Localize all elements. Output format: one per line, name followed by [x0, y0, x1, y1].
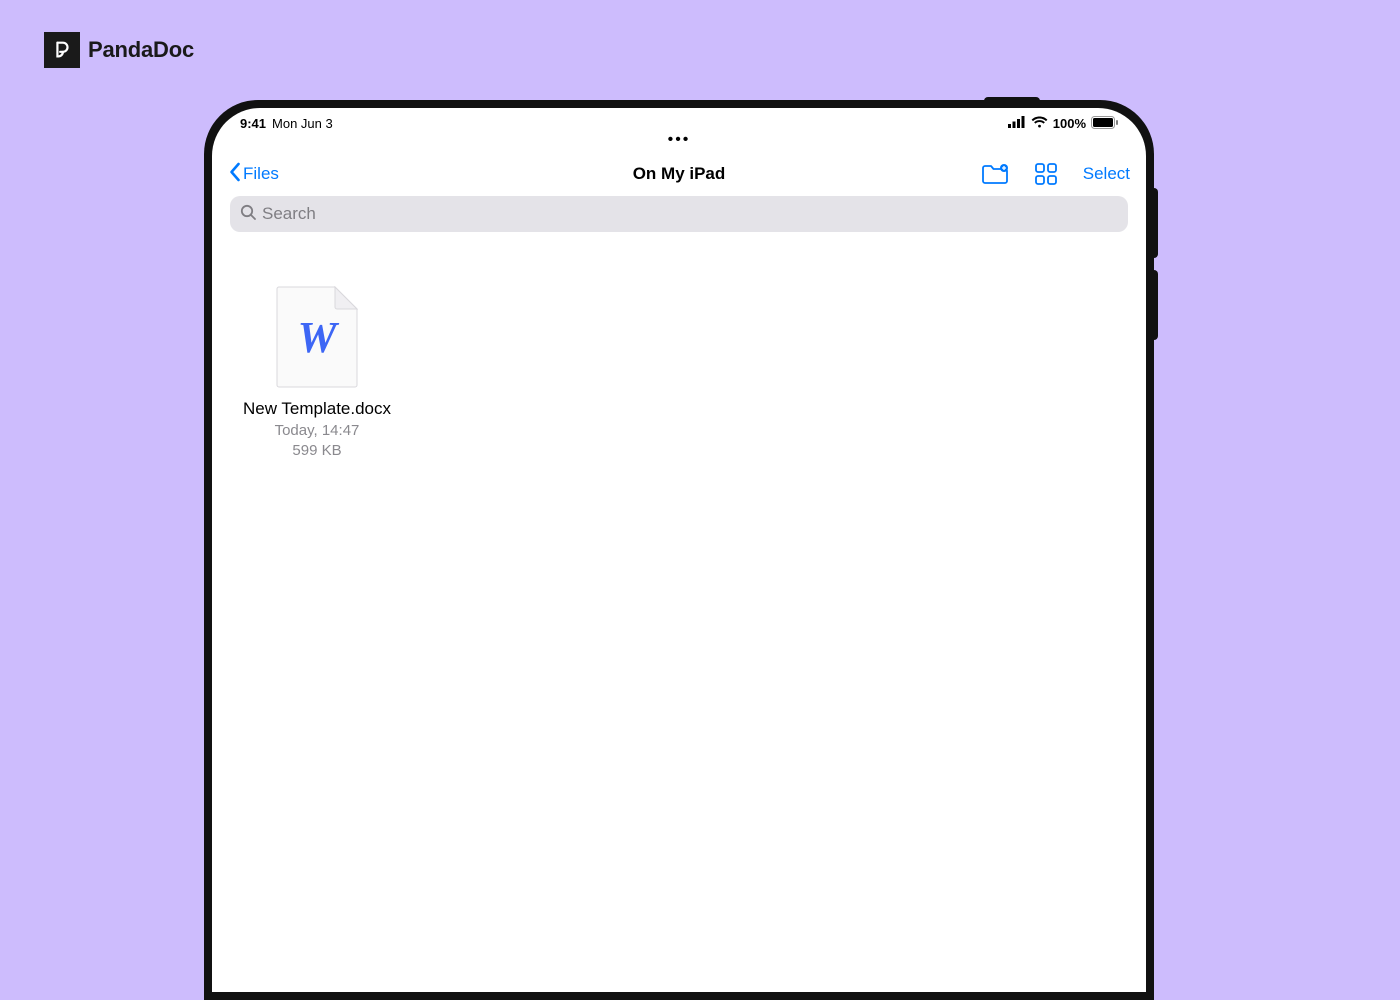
search-icon [240, 204, 256, 225]
view-grid-icon[interactable] [1035, 163, 1057, 185]
status-time: 9:41 [240, 116, 266, 131]
file-size: 599 KB [292, 441, 341, 461]
file-name: New Template.docx [243, 398, 391, 419]
new-folder-icon[interactable] [981, 163, 1009, 185]
svg-text:W: W [297, 313, 339, 362]
pandadoc-mark-icon [44, 32, 80, 68]
device-volume-down [1150, 270, 1158, 340]
battery-percent: 100% [1053, 116, 1086, 131]
battery-icon [1091, 116, 1118, 132]
file-item[interactable]: W New Template.docx Today, 14:47 599 KB [242, 286, 392, 460]
wifi-icon [1031, 116, 1048, 131]
file-grid: W New Template.docx Today, 14:47 599 KB [212, 238, 1146, 508]
search-bar[interactable] [230, 196, 1128, 232]
search-input[interactable] [262, 204, 1118, 224]
word-document-icon: W [276, 286, 358, 388]
file-modified: Today, 14:47 [275, 421, 360, 441]
device-power-button [984, 97, 1040, 105]
ipad-screen: 9:41 Mon Jun 3 100% ••• [212, 108, 1146, 992]
brand-logo: PandaDoc [44, 32, 194, 68]
overflow-menu-icon[interactable]: ••• [212, 136, 1146, 152]
device-volume-up [1150, 188, 1158, 258]
status-date: Mon Jun 3 [272, 116, 333, 131]
ipad-frame: 9:41 Mon Jun 3 100% ••• [204, 100, 1154, 1000]
chevron-left-icon [228, 162, 241, 187]
back-label: Files [243, 164, 279, 184]
brand-name: PandaDoc [88, 37, 194, 63]
select-button[interactable]: Select [1083, 164, 1130, 184]
cellular-signal-icon [1008, 116, 1026, 131]
back-button[interactable]: Files [228, 162, 279, 187]
navigation-bar: Files On My iPad Select [212, 152, 1146, 196]
